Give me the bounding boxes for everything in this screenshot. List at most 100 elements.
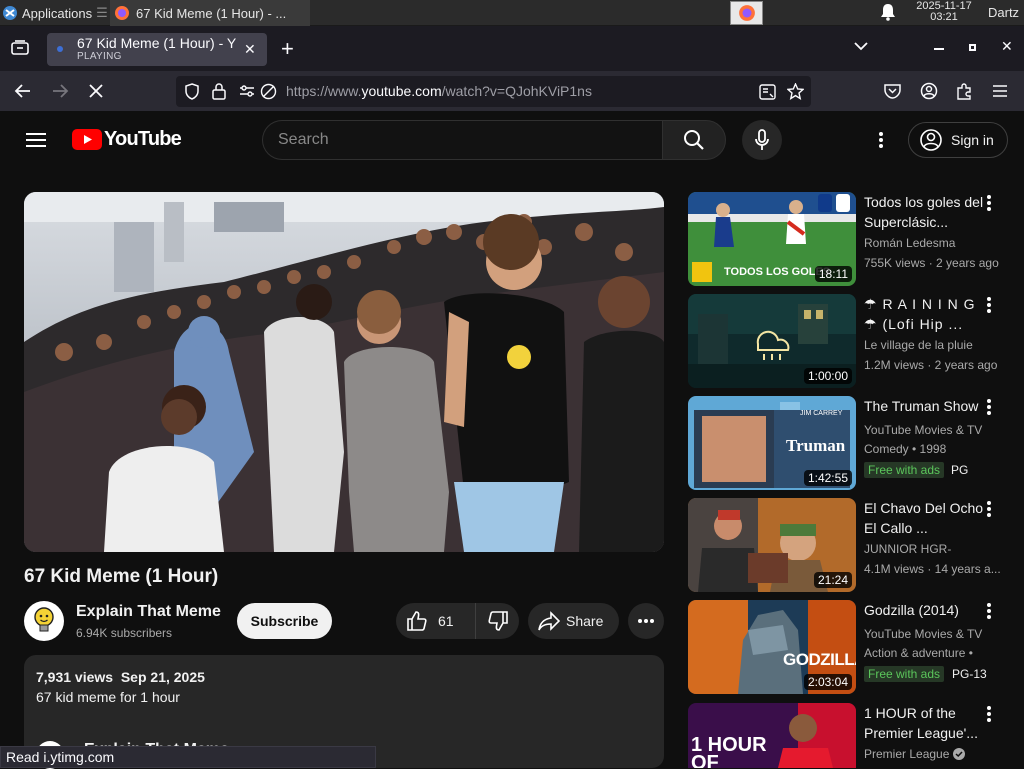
url-bar[interactable]: https://www.youtube.com/watch?v=QJohKViP… bbox=[176, 76, 811, 107]
recommendation-channel[interactable]: YouTube Movies & TV bbox=[864, 627, 1004, 641]
maximize-window-button[interactable] bbox=[969, 44, 976, 51]
tab-youtube[interactable]: 67 Kid Meme (1 Hour) - Y PLAYING ✕ bbox=[47, 33, 267, 66]
permissions-icon[interactable] bbox=[239, 84, 255, 98]
taskbar-window-firefox[interactable]: 67 Kid Meme (1 Hour) - ... bbox=[110, 0, 310, 26]
recommendation-thumbnail[interactable]: 21:24 bbox=[688, 498, 856, 592]
user-menu[interactable]: Dartz bbox=[988, 0, 1019, 26]
clock-time: 03:21 bbox=[930, 11, 958, 23]
recommendation-thumbnail[interactable]: TODOS LOS GOLES 18:11 bbox=[688, 192, 856, 286]
recommendation-channel[interactable]: YouTube Movies & TV bbox=[864, 423, 1004, 437]
tab-overflow-chevron-icon[interactable] bbox=[854, 41, 868, 51]
taskbar-window-title: 67 Kid Meme (1 Hour) - ... bbox=[136, 5, 287, 21]
recommendation-channel[interactable]: Román Ledesma bbox=[864, 236, 1004, 250]
recommendation-menu-icon[interactable] bbox=[986, 500, 992, 518]
account-icon[interactable] bbox=[920, 82, 938, 100]
close-window-button[interactable]: ✕ bbox=[1001, 38, 1013, 55]
share-button[interactable]: Share bbox=[528, 603, 619, 639]
recommendation-menu-icon[interactable] bbox=[986, 705, 992, 723]
new-tab-button[interactable]: + bbox=[281, 36, 294, 62]
recommendation-item[interactable]: GODZILLA 2:03:04 Godzilla (2014) YouTube… bbox=[688, 600, 1024, 694]
os-taskbar: Applications ☰ 67 Kid Meme (1 Hour) - ..… bbox=[0, 0, 1024, 26]
like-button[interactable]: 61 bbox=[396, 603, 476, 639]
settings-kebab-icon[interactable] bbox=[878, 131, 884, 149]
video-frame bbox=[24, 192, 664, 552]
description-text: 67 kid meme for 1 hour bbox=[36, 689, 180, 705]
share-label: Share bbox=[566, 613, 604, 629]
recommendation-thumbnail[interactable]: 1:00:00 bbox=[688, 294, 856, 388]
recommendation-channel[interactable]: JUNNIOR HGR- bbox=[864, 542, 1004, 556]
video-duration: 2:03:04 bbox=[803, 674, 852, 690]
like-dislike-group: 61 bbox=[396, 603, 519, 639]
recommendation-channel-row: Premier League bbox=[864, 747, 1004, 761]
recommendation-title[interactable]: ☂ R A I N I N G ☂ (Lofi Hip ... bbox=[864, 294, 984, 334]
share-arrow-icon bbox=[538, 611, 560, 631]
recommendation-menu-icon[interactable] bbox=[986, 194, 992, 212]
stop-loading-icon[interactable] bbox=[88, 83, 104, 99]
minimize-window-button[interactable] bbox=[934, 48, 944, 50]
more-horizontal-icon bbox=[637, 618, 655, 624]
video-player[interactable] bbox=[24, 192, 664, 552]
recommendation-stats: Comedy • 1998 bbox=[864, 442, 947, 456]
recommendation-menu-icon[interactable] bbox=[986, 602, 992, 620]
verified-check-icon bbox=[953, 748, 966, 760]
recommendation-stats: 4.1M views · 14 years a... bbox=[864, 562, 1001, 576]
search-placeholder: Search bbox=[278, 131, 329, 148]
recommendation-thumbnail[interactable]: GODZILLA 2:03:04 bbox=[688, 600, 856, 694]
free-with-ads-badge: Free with ads bbox=[864, 462, 945, 478]
voice-search-button[interactable] bbox=[742, 120, 782, 160]
subscribe-button[interactable]: Subscribe bbox=[237, 603, 332, 639]
rating-badge: PG bbox=[951, 463, 969, 477]
search-input[interactable]: Search bbox=[262, 120, 662, 160]
recommendation-item[interactable]: 1 HOUR OF GOALS 1 HOUR of the Premier Le… bbox=[688, 703, 1024, 768]
firefox-launcher-icon[interactable] bbox=[730, 1, 763, 25]
sign-in-button[interactable]: Sign in bbox=[908, 122, 1008, 158]
description-stats: 7,931 views Sep 21, 2025 bbox=[36, 669, 205, 685]
reader-view-icon[interactable] bbox=[759, 84, 776, 100]
like-count: 61 bbox=[438, 613, 454, 629]
channel-name[interactable]: Explain That Meme bbox=[76, 603, 221, 621]
recommendation-title[interactable]: The Truman Show bbox=[864, 396, 984, 416]
tab-close-icon[interactable]: ✕ bbox=[244, 41, 256, 58]
pocket-icon[interactable] bbox=[884, 83, 901, 99]
recommendation-stats: 1.2M views · 2 years ago bbox=[864, 358, 998, 372]
recommendation-title[interactable]: Todos los goles del Superclásic... bbox=[864, 192, 984, 232]
forward-arrow-icon[interactable] bbox=[51, 82, 69, 100]
recommendation-title[interactable]: 1 HOUR of the Premier League'... bbox=[864, 703, 984, 743]
recommendation-menu-icon[interactable] bbox=[986, 398, 992, 416]
recommendation-channel[interactable]: Le village de la pluie bbox=[864, 338, 1004, 352]
subscriber-count: 6.94K subscribers bbox=[76, 626, 173, 640]
extensions-icon[interactable] bbox=[956, 82, 973, 100]
tab-list-icon[interactable] bbox=[11, 40, 29, 56]
clock[interactable]: 2025-11-17 03:21 bbox=[904, 1, 984, 23]
notification-bell-icon[interactable] bbox=[880, 3, 896, 21]
guide-menu-icon[interactable] bbox=[26, 132, 46, 148]
bookmark-star-icon[interactable] bbox=[787, 83, 804, 100]
dislike-button[interactable] bbox=[476, 603, 519, 639]
video-duration: 18:11 bbox=[814, 266, 852, 282]
youtube-logo[interactable]: YouTube bbox=[72, 128, 182, 151]
recommendation-menu-icon[interactable] bbox=[986, 296, 992, 314]
lock-icon[interactable] bbox=[212, 83, 226, 100]
youtube-logo-text: YouTube bbox=[104, 128, 182, 150]
recommendation-item[interactable]: 1:00:00 ☂ R A I N I N G ☂ (Lofi Hip ... … bbox=[688, 294, 1024, 388]
recommendation-title[interactable]: Godzilla (2014) bbox=[864, 600, 984, 620]
recommendation-item[interactable]: TODOS LOS GOLES 18:11 Todos los goles de… bbox=[688, 192, 1024, 286]
thumbs-down-icon bbox=[487, 610, 509, 632]
video-duration: 21:24 bbox=[813, 572, 852, 588]
channel-avatar[interactable] bbox=[24, 601, 64, 641]
recommendation-stats: 755K views · 2 years ago bbox=[864, 256, 999, 270]
more-actions-button[interactable] bbox=[628, 603, 664, 639]
thumbnail-overlay-small-text: JIM CARREY bbox=[800, 410, 843, 417]
recommendation-channel[interactable]: Premier League bbox=[864, 747, 949, 761]
tracking-protection-shield-icon[interactable] bbox=[184, 83, 200, 100]
recommendation-thumbnail[interactable]: JIM CARREY Truman 1:42:55 bbox=[688, 396, 856, 490]
recommendation-item[interactable]: JIM CARREY Truman 1:42:55 The Truman Sho… bbox=[688, 396, 1024, 490]
search-button[interactable] bbox=[662, 120, 726, 160]
autoplay-blocked-icon[interactable] bbox=[260, 83, 277, 100]
app-menu-hamburger-icon[interactable] bbox=[992, 84, 1008, 98]
back-arrow-icon[interactable] bbox=[14, 82, 32, 100]
recommendation-item[interactable]: 21:24 El Chavo Del Ocho El Callo ... JUN… bbox=[688, 498, 1024, 592]
recommendation-title[interactable]: El Chavo Del Ocho El Callo ... bbox=[864, 498, 984, 538]
applications-menu[interactable]: Applications ☰ bbox=[2, 0, 110, 26]
recommendation-thumbnail[interactable]: 1 HOUR OF GOALS bbox=[688, 703, 856, 768]
